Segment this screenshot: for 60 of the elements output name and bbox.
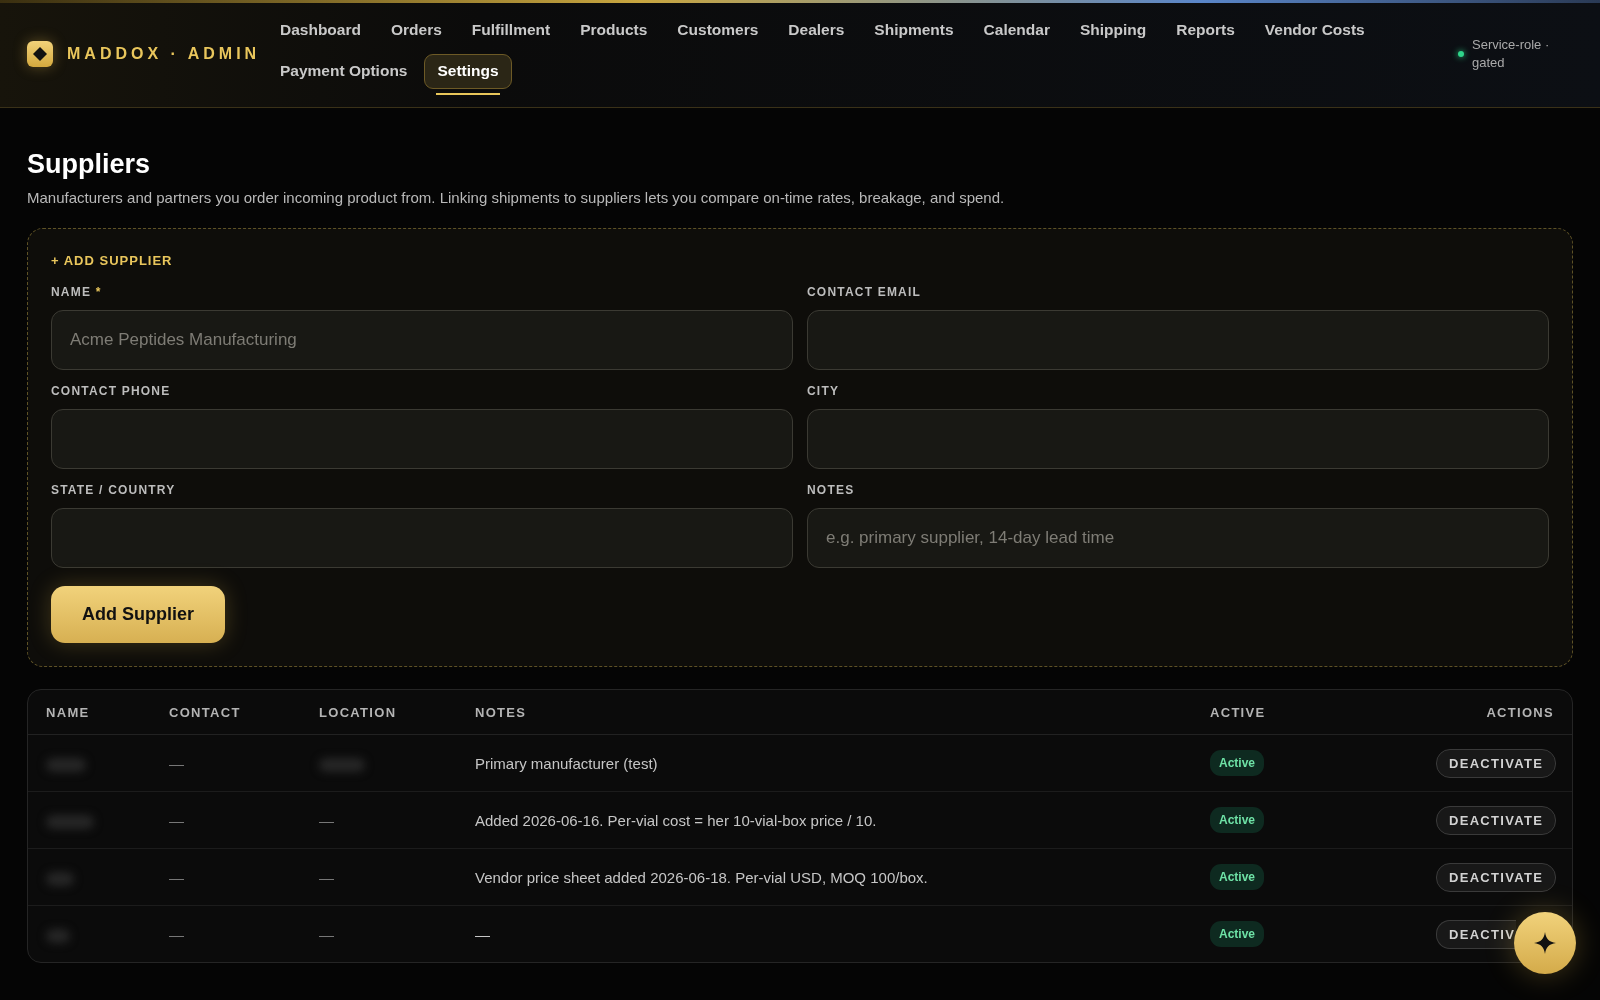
input-field[interactable]: Acme Peptides Manufacturing <box>51 310 793 370</box>
column-header: ACTIVE <box>1192 690 1392 735</box>
table-cell: — <box>319 925 334 943</box>
nav-tab[interactable]: Fulfillment <box>458 12 564 48</box>
column-header: LOCATION <box>301 690 457 735</box>
table-cell: — <box>169 811 184 829</box>
input-field[interactable] <box>51 508 793 568</box>
table-cell: — <box>475 925 490 943</box>
table-cell: — <box>319 868 334 886</box>
status-badge: Active <box>1210 921 1265 947</box>
nav-tab[interactable]: Shipping <box>1066 12 1160 48</box>
deactivate-button[interactable]: DEACTIVATE <box>1436 862 1557 892</box>
table-cell: Vendor price sheet added 2026-06-18. Per-vial USD, MOQ 100/box. <box>475 868 928 886</box>
form-heading: + ADD SUPPLIER <box>51 253 173 268</box>
nav-tab[interactable]: Dealers <box>775 12 858 48</box>
nav-tab[interactable]: Orders <box>377 12 455 48</box>
deactivate-button[interactable]: DEACTIVATE <box>1436 748 1557 778</box>
nav-tab[interactable]: Products <box>567 12 661 48</box>
nav-tab[interactable]: Settings <box>424 53 512 89</box>
input-field[interactable] <box>807 409 1549 469</box>
page-description: Manufacturers and partners you order incoming product from. Linking shipments to suppliers lets you compare on-time rates, breakage, and spend. <box>27 189 1006 206</box>
sparkle-button[interactable] <box>1514 912 1576 974</box>
status-badge: Active <box>1210 864 1265 890</box>
active-tab-indicator <box>436 92 500 95</box>
brand-name: MADDOX · ADMIN <box>67 44 261 63</box>
nav-tab[interactable]: Calendar <box>970 12 1063 48</box>
table-cell: — <box>169 868 184 886</box>
table-cell: — <box>319 811 334 829</box>
input-field[interactable] <box>51 409 793 469</box>
input-field[interactable] <box>807 310 1549 370</box>
nav-tab[interactable]: Payment Options <box>267 53 421 89</box>
table-cell: — <box>169 925 184 943</box>
nav-tab[interactable]: Customers <box>664 12 772 48</box>
table-cell: Added 2026-06-16. Per-vial cost = her 10-vial-box price / 10. <box>475 811 877 829</box>
field-label: STATE / COUNTRY <box>51 483 177 497</box>
column-header: NAME <box>28 690 151 735</box>
status-badge: Active <box>1210 750 1265 776</box>
field-label: CITY <box>807 384 841 398</box>
status-label: Service-role · gated <box>1472 35 1551 72</box>
field-label: NOTES <box>807 483 856 497</box>
field-label: CONTACT EMAIL <box>807 285 923 299</box>
page-title: Suppliers <box>27 149 152 180</box>
deactivate-button[interactable]: DEACTIVATE <box>1436 805 1557 835</box>
input-field[interactable]: e.g. primary supplier, 14-day lead time <box>807 508 1549 568</box>
table-cell: — <box>169 754 184 772</box>
nav-tab[interactable]: Shipments <box>861 12 967 48</box>
nav-tab[interactable]: Reports <box>1163 12 1248 48</box>
deactivate-button[interactable]: DEACTIV <box>1436 919 1517 949</box>
nav-tab[interactable]: Vendor Costs <box>1251 12 1378 48</box>
sparkle-icon <box>1534 932 1556 954</box>
table-cell: Primary manufacturer (test) <box>475 754 658 772</box>
field-label: NAME * <box>51 285 103 299</box>
column-header: CONTACT <box>151 690 301 735</box>
nav-tab[interactable]: Dashboard <box>267 12 374 48</box>
column-header: NOTES <box>457 690 1192 735</box>
column-header: ACTIONS <box>1392 690 1572 735</box>
add-supplier-button[interactable]: Add Supplier <box>51 586 225 643</box>
field-label: CONTACT PHONE <box>51 384 172 398</box>
status-badge: Active <box>1210 807 1265 833</box>
logo-icon <box>27 40 53 67</box>
